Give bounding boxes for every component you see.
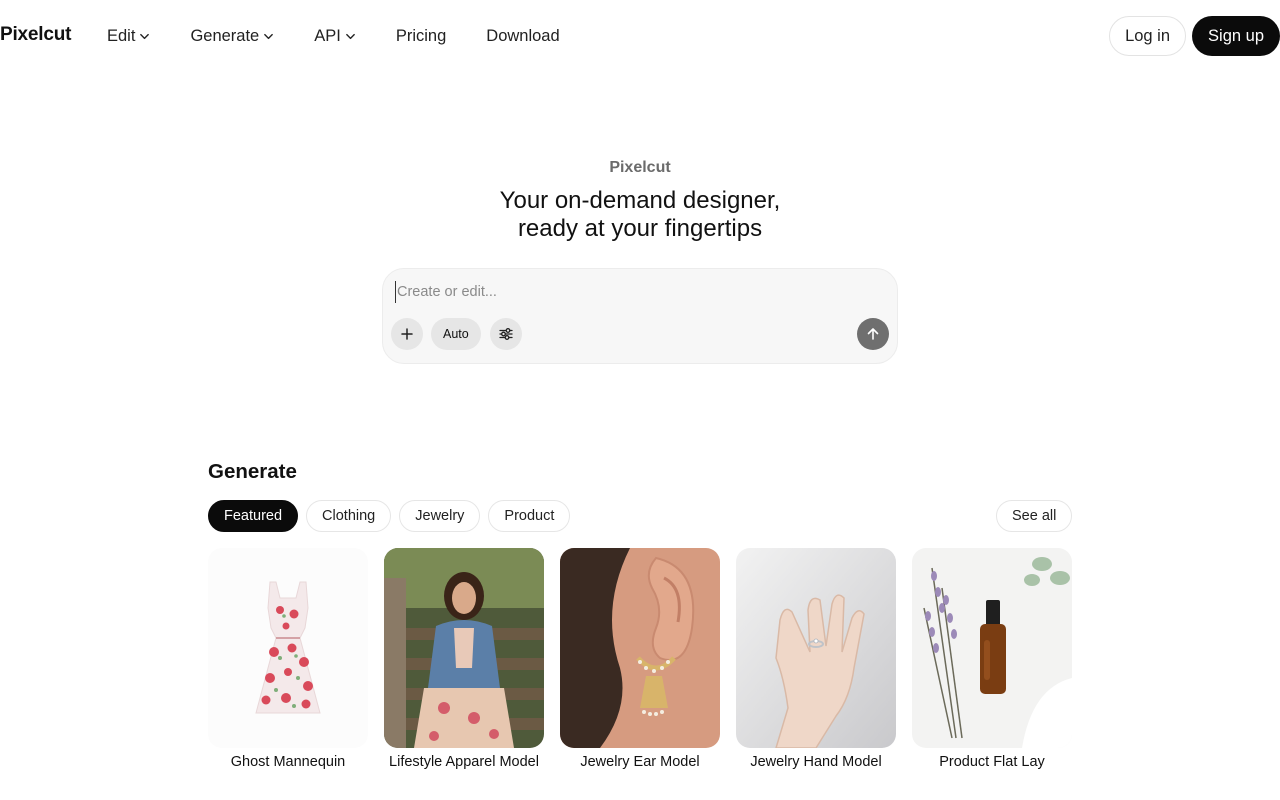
hero-title: Your on-demand designer, ready at your f… [0,187,1280,243]
top-nav-bar: Pixelcut Edit Generate API Pricing Downl… [0,0,1280,72]
card-lifestyle-apparel-model[interactable]: Lifestyle Apparel Model [384,548,544,770]
card-jewelry-hand-model[interactable]: Jewelry Hand Model [736,548,896,770]
nav-generate[interactable]: Generate [190,26,274,46]
nav-generate-label: Generate [190,27,260,45]
login-button[interactable]: Log in [1109,16,1187,56]
model-auto-button[interactable]: Auto [431,318,481,350]
card-jewelry-ear-model[interactable]: Jewelry Ear Model [560,548,720,770]
woman-denim-jacket-image [384,548,544,748]
plus-icon [401,328,413,340]
chip-clothing[interactable]: Clothing [306,500,392,532]
generate-section-title: Generate [208,460,297,483]
sliders-icon [499,328,513,340]
send-button[interactable] [857,318,889,350]
main-nav: Edit Generate API Pricing Download [107,26,600,46]
nav-download-label: Download [486,27,560,45]
nav-edit-label: Edit [107,27,136,45]
serum-bottle-image [912,548,1072,748]
card-label: Jewelry Ear Model [580,754,700,770]
chevron-down-icon [345,33,355,39]
add-attachment-button[interactable] [391,318,423,350]
card-label: Lifestyle Apparel Model [389,754,539,770]
hero-title-line-2: ready at your fingertips [517,215,763,242]
floral-dress-image [208,548,368,748]
generate-cards: Ghost Mannequin Lifestyle Apparel Model [208,548,1072,770]
nav-api-label: API [314,27,341,45]
nav-api[interactable]: API [314,26,356,46]
see-all-button[interactable]: See all [996,500,1073,532]
prompt-box: Auto [382,268,898,364]
card-label: Jewelry Hand Model [750,754,882,770]
prompt-input[interactable] [395,281,875,303]
chip-featured[interactable]: Featured [208,500,299,532]
signup-button[interactable]: Sign up [1192,16,1280,56]
chip-jewelry[interactable]: Jewelry [399,500,481,532]
pixelcut-logo[interactable]: Pixelcut [0,24,71,46]
chip-product[interactable]: Product [488,500,571,532]
card-label: Product Flat Lay [939,754,1045,770]
card-product-flat-lay[interactable]: Product Flat Lay [912,548,1072,770]
arrow-up-icon [867,328,879,340]
chevron-down-icon [140,33,150,39]
hero-title-line-1: Your on-demand designer, [499,187,781,214]
hand-with-ring-image [736,548,896,748]
nav-pricing-label: Pricing [395,27,447,45]
nav-pricing[interactable]: Pricing [396,26,446,46]
card-ghost-mannequin[interactable]: Ghost Mannequin [208,548,368,770]
hero-kicker: Pixelcut [609,159,671,176]
chevron-down-icon [264,33,274,39]
card-label: Ghost Mannequin [230,754,346,770]
nav-download[interactable]: Download [486,26,559,46]
auth-buttons: Log in Sign up [1109,16,1280,56]
gold-earring-image [560,548,720,748]
category-chips: Featured Clothing Jewelry Product [208,500,578,532]
nav-edit[interactable]: Edit [107,26,150,46]
settings-button[interactable] [490,318,522,350]
